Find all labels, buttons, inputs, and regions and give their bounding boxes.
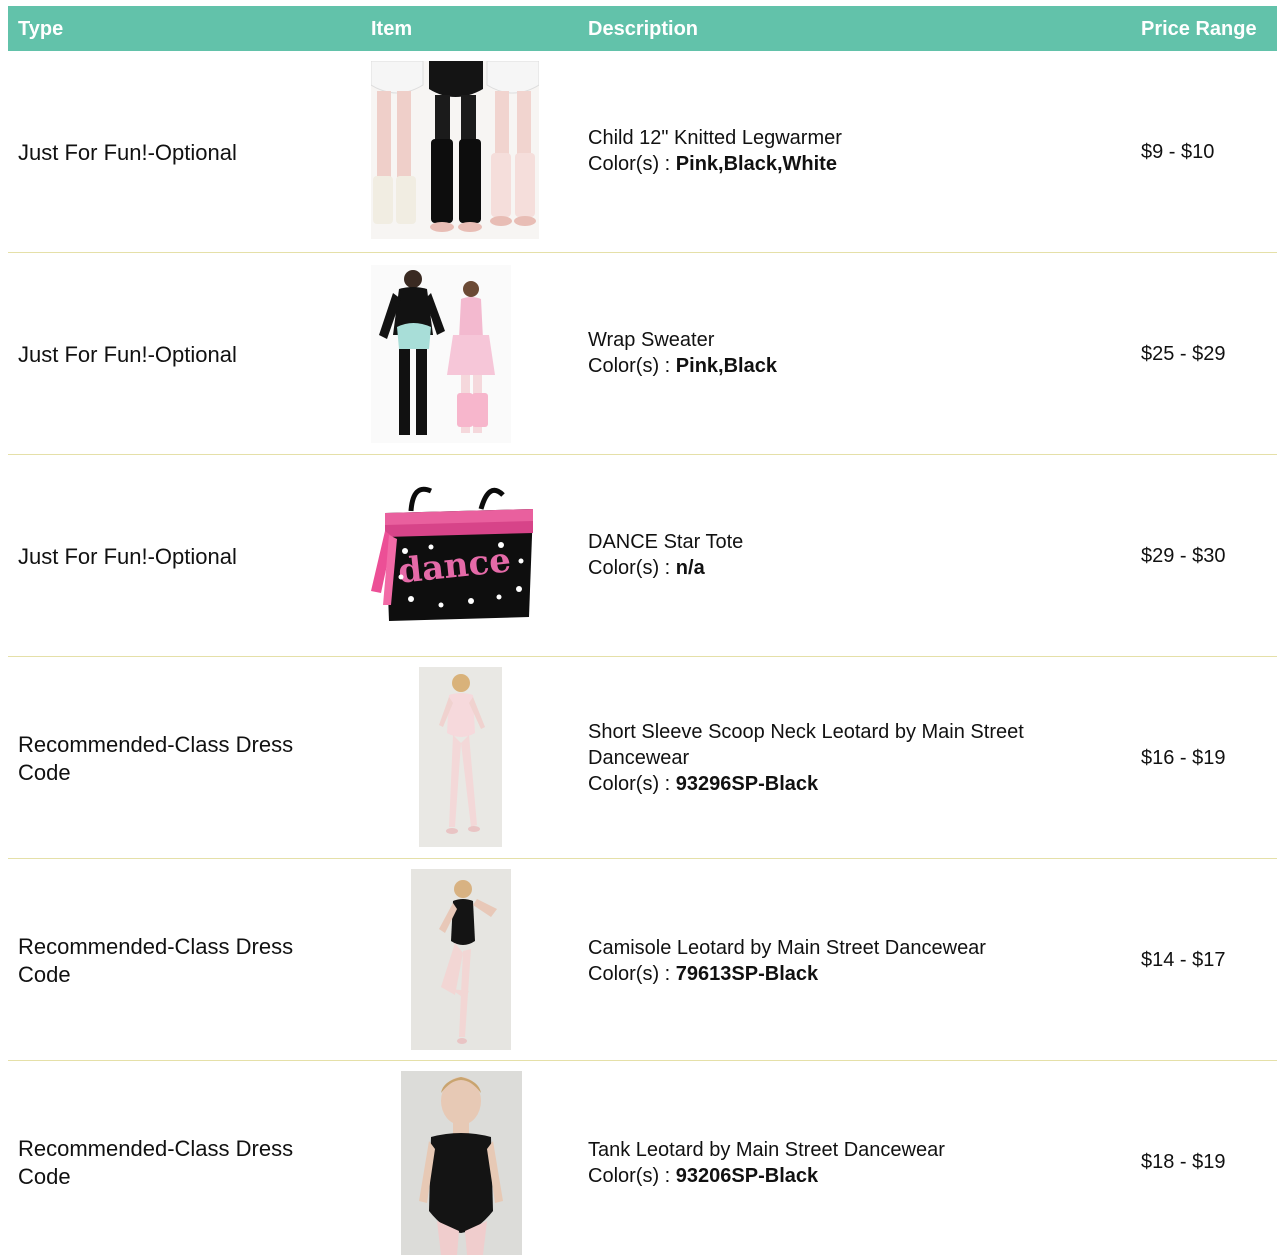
row-description: Wrap Sweater Color(s) : Pink,Black bbox=[588, 327, 1108, 379]
product-table: Type Item Description Price Range Just F… bbox=[0, 0, 1277, 1255]
header-price-range[interactable]: Price Range bbox=[1141, 6, 1257, 51]
colors-label: Color(s) : bbox=[588, 963, 676, 985]
header-type[interactable]: Type bbox=[18, 6, 63, 51]
row-type: Just For Fun!-Optional bbox=[18, 544, 237, 569]
table-row: Recommended-Class Dress Code Tank Leotar… bbox=[8, 1061, 1277, 1255]
item-name[interactable]: Child 12" Knitted Legwarmer bbox=[588, 125, 1108, 151]
tank-leotard-image[interactable] bbox=[401, 1071, 522, 1255]
colors-label: Color(s) : bbox=[588, 557, 676, 579]
item-name[interactable]: DANCE Star Tote bbox=[588, 529, 1108, 555]
legwarmers-image[interactable] bbox=[371, 61, 539, 239]
item-colors: Color(s) : 79613SP-Black bbox=[588, 961, 1108, 987]
header-description[interactable]: Description bbox=[588, 6, 698, 51]
colors-value: Pink,Black bbox=[675, 355, 777, 377]
short-sleeve-leotard-image[interactable] bbox=[419, 667, 502, 847]
item-colors: Color(s) : Pink,Black bbox=[588, 353, 1108, 379]
row-price: $16 - $19 bbox=[1141, 747, 1226, 769]
colors-value: 93296SP-Black bbox=[675, 773, 819, 795]
item-colors: Color(s) : Pink,Black,White bbox=[588, 151, 1108, 177]
table-row: Just For Fun!-Optional bbox=[8, 51, 1277, 253]
colors-label: Color(s) : bbox=[588, 773, 676, 795]
row-description: Child 12" Knitted Legwarmer Color(s) : P… bbox=[588, 125, 1108, 177]
colors-label: Color(s) : bbox=[588, 1165, 676, 1187]
header-item[interactable]: Item bbox=[371, 6, 412, 51]
row-type: Recommended-Class Dress Code bbox=[18, 1136, 294, 1189]
row-price: $25 - $29 bbox=[1141, 343, 1226, 365]
table-row: Just For Fun!-Optional dance DANCE Star … bbox=[8, 455, 1277, 657]
colors-value: 93206SP-Black bbox=[675, 1165, 819, 1187]
item-colors: Color(s) : 93296SP-Black bbox=[588, 771, 1108, 797]
table-row: Recommended-Class Dress Code Camisole Le… bbox=[8, 859, 1277, 1061]
colors-value: Pink,Black,White bbox=[675, 153, 837, 175]
row-description: Short Sleeve Scoop Neck Leotard by Main … bbox=[588, 719, 1108, 797]
table-header: Type Item Description Price Range bbox=[8, 6, 1277, 51]
row-price: $29 - $30 bbox=[1141, 545, 1226, 567]
row-type: Recommended-Class Dress Code bbox=[18, 934, 294, 987]
row-price: $9 - $10 bbox=[1141, 141, 1215, 163]
item-name[interactable]: Wrap Sweater bbox=[588, 327, 1108, 353]
row-description: DANCE Star Tote Color(s) : n/a bbox=[588, 529, 1108, 581]
row-description: Tank Leotard by Main Street Dancewear Co… bbox=[588, 1137, 1108, 1189]
table-row: Just For Fun!-Optional bbox=[8, 253, 1277, 455]
item-name[interactable]: Short Sleeve Scoop Neck Leotard by Main … bbox=[588, 719, 1108, 771]
item-name[interactable]: Tank Leotard by Main Street Dancewear bbox=[588, 1137, 1108, 1163]
dance-tote-image[interactable]: dance bbox=[371, 481, 536, 627]
row-price: $18 - $19 bbox=[1141, 1151, 1226, 1173]
row-price: $14 - $17 bbox=[1141, 949, 1226, 971]
item-colors: Color(s) : 93206SP-Black bbox=[588, 1163, 1108, 1189]
item-colors: Color(s) : n/a bbox=[588, 555, 1108, 581]
row-description: Camisole Leotard by Main Street Dancewea… bbox=[588, 935, 1108, 987]
row-type: Recommended-Class Dress Code bbox=[18, 732, 294, 785]
item-name[interactable]: Camisole Leotard by Main Street Dancewea… bbox=[588, 935, 1108, 961]
colors-value: n/a bbox=[675, 557, 705, 579]
row-type: Just For Fun!-Optional bbox=[18, 140, 237, 165]
row-type: Just For Fun!-Optional bbox=[18, 342, 237, 367]
colors-label: Color(s) : bbox=[588, 355, 676, 377]
colors-label: Color(s) : bbox=[588, 153, 676, 175]
colors-value: 79613SP-Black bbox=[675, 963, 819, 985]
camisole-leotard-image[interactable] bbox=[411, 869, 511, 1050]
table-row: Recommended-Class Dress Code Short Sleev… bbox=[8, 657, 1277, 859]
wrap-sweater-image[interactable] bbox=[371, 265, 511, 443]
